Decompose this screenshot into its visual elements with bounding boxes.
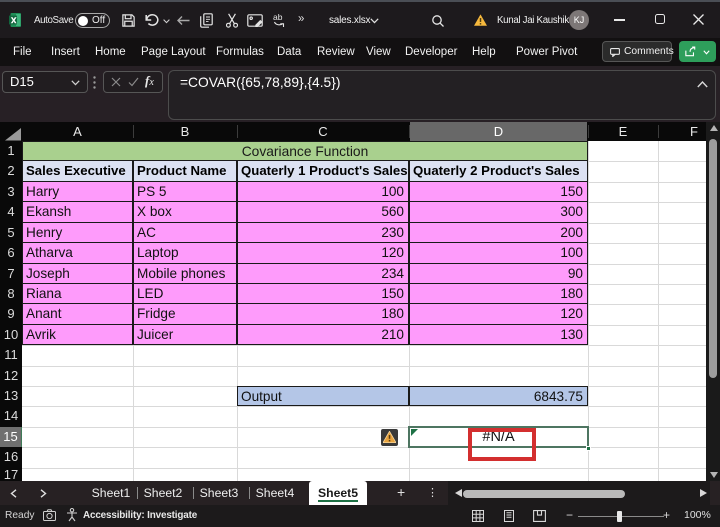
svg-text:ab: ab: [273, 12, 283, 22]
